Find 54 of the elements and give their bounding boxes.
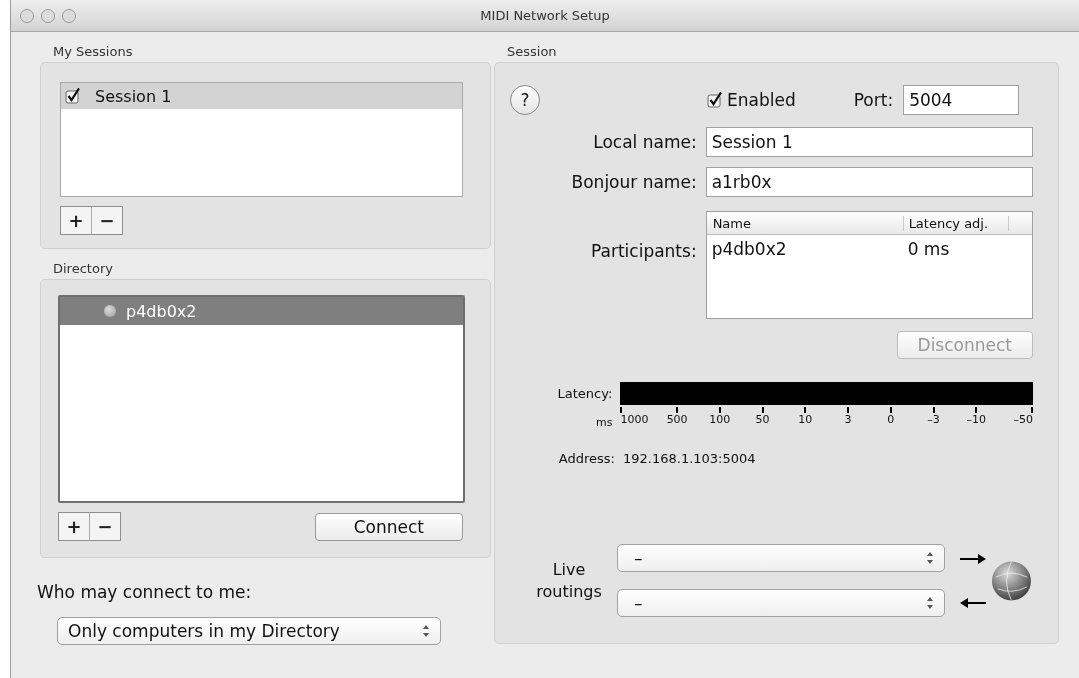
- column-header[interactable]: Name: [706, 215, 904, 231]
- group-label: My Sessions: [52, 43, 134, 61]
- tick-label: 0: [887, 413, 895, 426]
- arrow-left-icon: [960, 597, 987, 608]
- group-label: Session: [506, 43, 558, 61]
- tick-label: 100: [709, 413, 731, 426]
- local-name-field[interactable]: Session 1: [705, 127, 1033, 157]
- field-label: Who may connect to me:: [37, 582, 253, 602]
- routing-dropdown[interactable]: –: [617, 544, 946, 572]
- connect-button[interactable]: Connect: [314, 512, 463, 541]
- address-value: 192.168.1.103:5004: [623, 451, 756, 466]
- tick-label: 500: [666, 413, 688, 426]
- tick-label: 3: [844, 413, 852, 426]
- column-header[interactable]: Latency adj.: [903, 215, 1009, 231]
- status-icon: [104, 305, 116, 317]
- tick-label: –10: [966, 413, 986, 426]
- session-row[interactable]: Session 1: [61, 83, 462, 109]
- tick-label: 10: [798, 413, 813, 426]
- field-label: Live routings: [535, 558, 603, 603]
- remove-button[interactable]: −: [89, 512, 121, 541]
- tick-label: 50: [755, 413, 770, 426]
- directory-row[interactable]: p4db0x2: [60, 297, 463, 325]
- field-label: Address:: [557, 451, 616, 466]
- help-button[interactable]: ?: [510, 85, 540, 115]
- tick-label: –50: [1013, 413, 1033, 426]
- checkbox[interactable]: [707, 92, 723, 108]
- port-field[interactable]: 5004: [903, 85, 1020, 115]
- field-label: Local name:: [592, 132, 698, 152]
- arrow-right-icon: [960, 553, 987, 564]
- unit-label: ms: [594, 415, 614, 429]
- field-label: Bonjour name:: [570, 172, 698, 192]
- table-cell-text: p4db0x2: [710, 239, 788, 259]
- stepper-icon: [422, 624, 430, 638]
- field-label: Port:: [853, 90, 894, 110]
- checkbox-label: Enabled: [727, 90, 796, 110]
- group-label: Directory: [52, 260, 114, 278]
- stepper-icon: [926, 551, 935, 565]
- tick-label: 1000: [620, 413, 649, 426]
- routing-dropdown[interactable]: –: [617, 589, 946, 617]
- stepper-icon: [926, 596, 935, 610]
- add-button[interactable]: +: [58, 512, 90, 541]
- add-button[interactable]: +: [60, 206, 92, 235]
- field-label: Participants:: [590, 240, 698, 261]
- session-name: Session 1: [95, 86, 172, 106]
- bonjour-name-field[interactable]: a1rb0x: [705, 167, 1033, 197]
- globe-icon: [990, 558, 1033, 603]
- checkbox[interactable]: [65, 88, 81, 104]
- window-title: MIDI Network Setup: [480, 8, 610, 23]
- access-dropdown[interactable]: Only computers in my Directory: [57, 617, 441, 645]
- computer-name: p4db0x2: [126, 301, 197, 321]
- meter-label: Latency:: [556, 386, 614, 401]
- remove-button[interactable]: −: [91, 206, 123, 235]
- table-cell-text: 0 ms: [906, 239, 950, 259]
- tick-label: –3: [927, 413, 940, 426]
